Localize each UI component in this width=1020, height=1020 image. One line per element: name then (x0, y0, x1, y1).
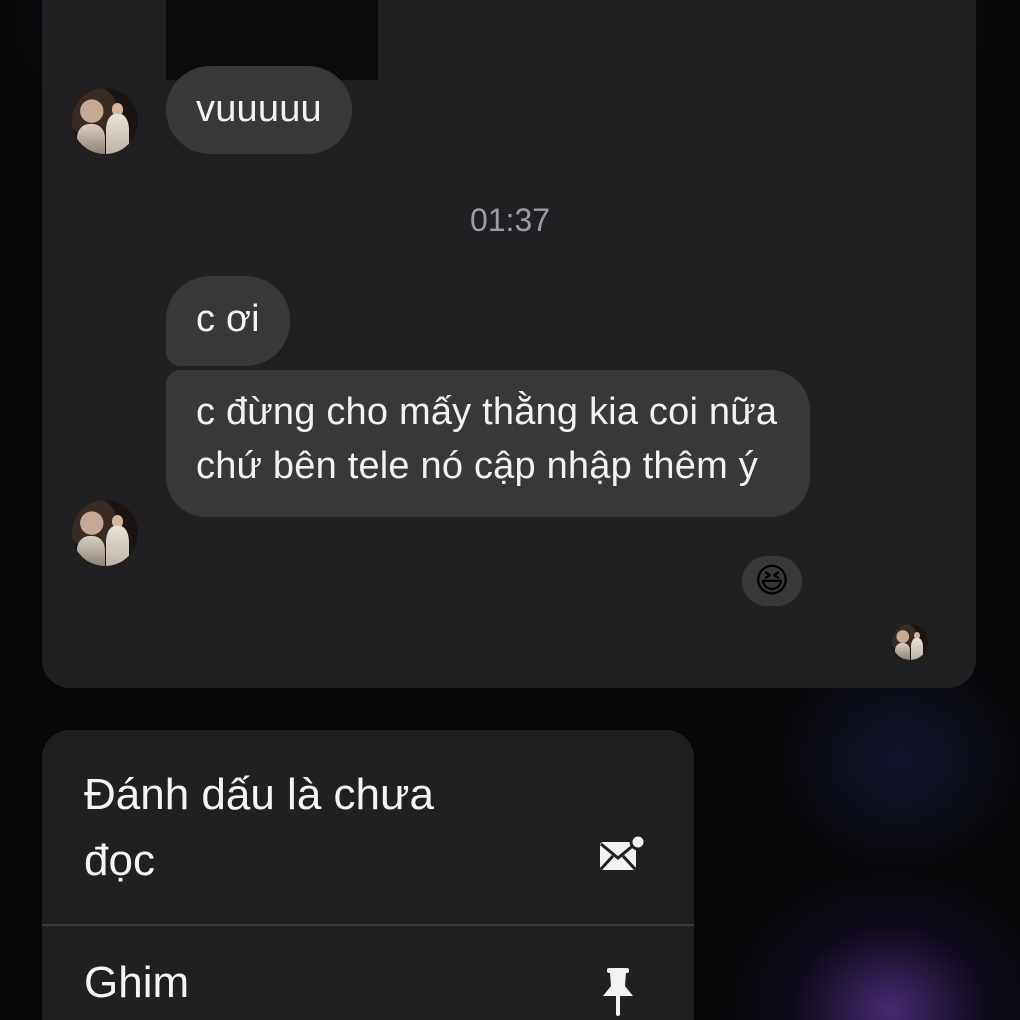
avatar-figure (106, 526, 129, 566)
avatar-figure (106, 114, 129, 154)
message-bubble[interactable]: c đừng cho mấy thằng kia coi nữa chứ bên… (166, 370, 810, 517)
sender-avatar (72, 88, 138, 154)
menu-item-label: Đánh dấu là chưa đọc (84, 770, 434, 885)
message-timestamp: 01:37 (469, 202, 551, 238)
avatar-figure (77, 535, 105, 566)
screen: vuuuuu 01:37 c ơi c đừng cho mấy thằng k… (0, 0, 1020, 1020)
menu-item-label: Ghim (84, 958, 190, 1007)
pin-icon (603, 968, 633, 1016)
reaction-emoji[interactable]: 😆 (738, 552, 806, 610)
message-bubble[interactable]: vuuuuu (166, 66, 352, 154)
sender-avatar (72, 500, 138, 566)
mark-unread-envelope-icon (599, 834, 646, 871)
context-menu: Đánh dấu là chưa đọc Ghim (42, 730, 694, 1020)
message-text: vuuuuu (196, 88, 322, 130)
avatar-figure (77, 123, 105, 154)
read-receipt-avatar (892, 624, 928, 660)
message-bubble[interactable]: c ơi (166, 276, 290, 366)
message-text: c đừng cho mấy thằng kia coi nữa chứ bên… (196, 391, 778, 487)
message-text: c ơi (196, 298, 260, 340)
menu-item-mark-unread[interactable]: Đánh dấu là chưa đọc (42, 762, 694, 922)
avatar-figure (910, 638, 923, 660)
menu-item-pin[interactable]: Ghim (42, 924, 694, 1020)
avatar-figure (894, 643, 910, 660)
